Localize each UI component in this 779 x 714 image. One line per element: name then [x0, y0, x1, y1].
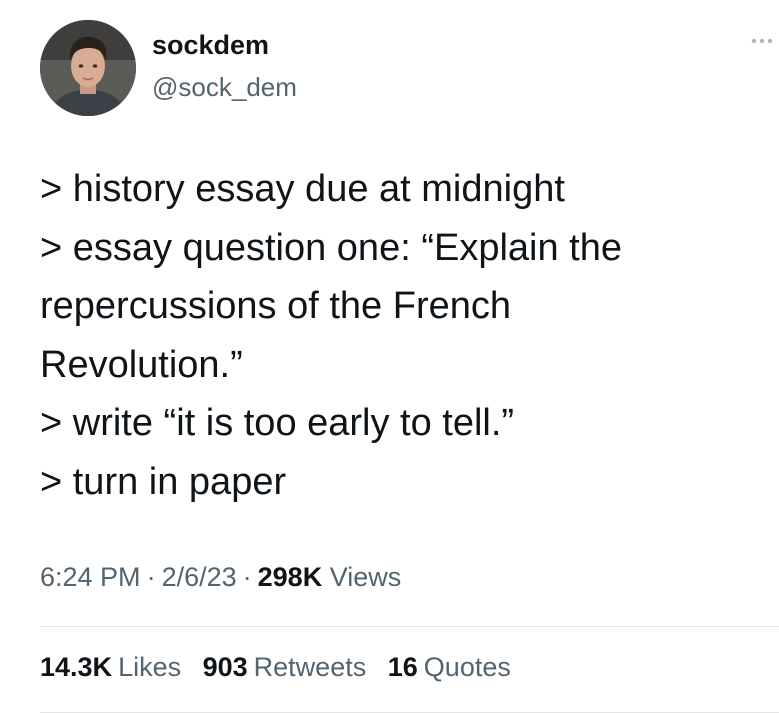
avatar[interactable]	[40, 20, 136, 116]
author-handle[interactable]: @sock_dem	[152, 72, 297, 103]
tweet-card: sockdem @sock_dem > history essay due at…	[0, 0, 779, 714]
quotes-label: Quotes	[423, 652, 511, 682]
quotes-stat[interactable]: 16 Quotes	[388, 652, 511, 683]
more-horizontal-icon[interactable]	[748, 34, 776, 48]
retweets-count: 903	[202, 652, 248, 682]
tweet-line: repercussions of the French	[40, 285, 512, 327]
engagement-stats: 14.3K Likes 903 Retweets 16 Quotes	[40, 652, 525, 683]
avatar-image	[40, 20, 136, 116]
tweet-line: Revolution.”	[40, 343, 243, 386]
likes-label: Likes	[118, 652, 182, 682]
views-count: 298K	[257, 562, 323, 592]
tweet-text: > history essay due at midnight > essay …	[40, 160, 760, 511]
author-display-name[interactable]: sockdem	[152, 30, 269, 61]
tweet-line: > turn in paper	[40, 460, 287, 503]
quotes-count: 16	[387, 652, 418, 682]
likes-stat[interactable]: 14.3K Likes	[40, 652, 181, 683]
tweet-meta: 6:24 PM · 2/6/23 · 298K Views	[40, 562, 401, 593]
tweet-line: > history essay due at midnight	[40, 168, 565, 210]
tweet-date[interactable]: 2/6/23	[162, 562, 237, 592]
views-label: Views	[329, 562, 402, 592]
meta-separator: ·	[146, 562, 156, 592]
divider	[40, 712, 779, 713]
likes-count: 14.3K	[40, 652, 113, 682]
tweet-line: > write “it is too early to tell.”	[40, 402, 515, 444]
meta-separator: ·	[242, 562, 252, 592]
retweets-label: Retweets	[253, 652, 367, 682]
divider	[40, 626, 779, 627]
retweets-stat[interactable]: 903 Retweets	[203, 652, 367, 683]
tweet-time[interactable]: 6:24 PM	[40, 562, 141, 592]
tweet-line: > essay question one: “Explain the	[40, 226, 622, 269]
